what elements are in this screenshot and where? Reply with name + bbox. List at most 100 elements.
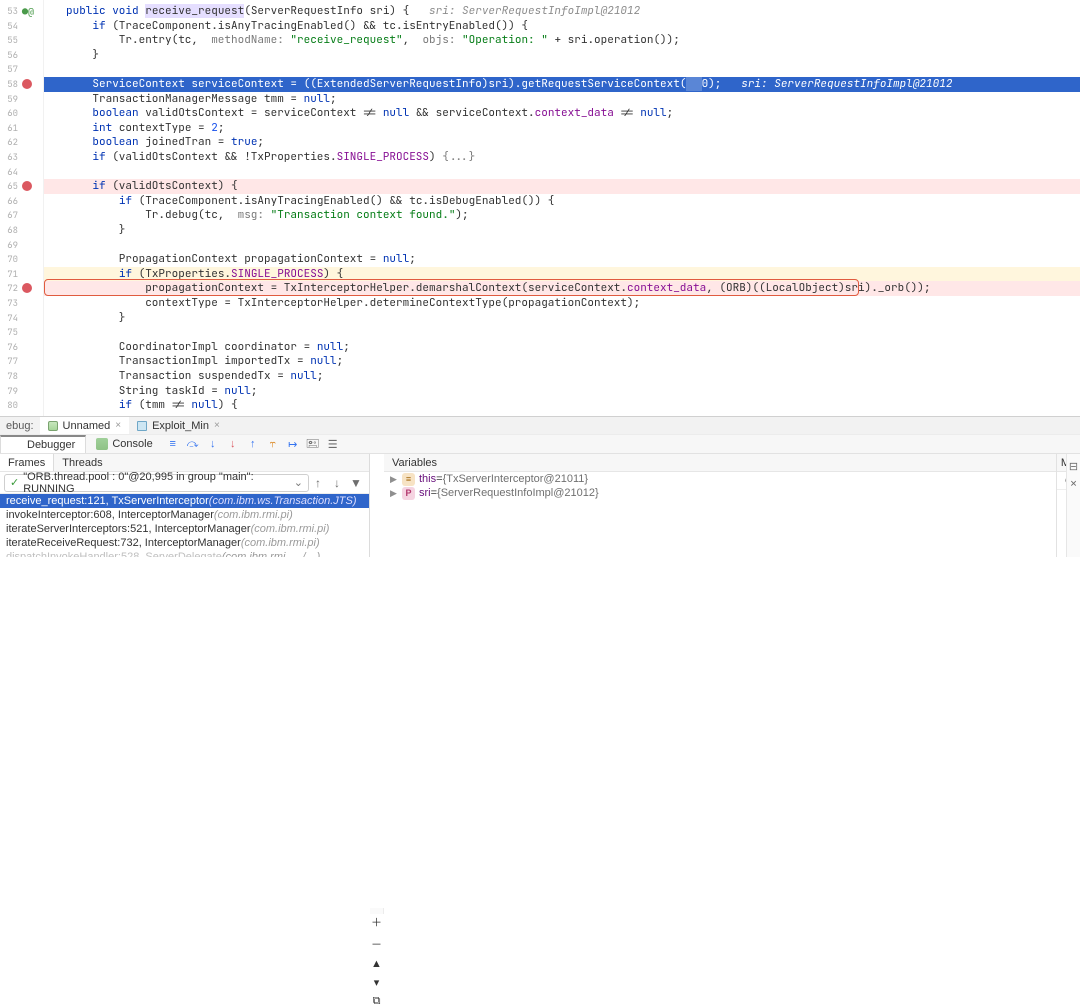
stack-frames[interactable]: receive_request:121, TxServerInterceptor… bbox=[0, 494, 369, 557]
frame-method: iterateServerInterceptors:521, Intercept… bbox=[6, 523, 251, 535]
code-line[interactable]: if (validOtsContext) { bbox=[44, 179, 1080, 194]
editor-pane[interactable]: 53●@545556575859606162636465666768697071… bbox=[0, 0, 1080, 416]
editor-gutter[interactable]: 53●@545556575859606162636465666768697071… bbox=[0, 0, 44, 416]
stack-frame[interactable]: receive_request:121, TxServerInterceptor… bbox=[0, 494, 369, 508]
variables-list[interactable]: ▶≡this = {TxServerInterceptor@21011}▶Psr… bbox=[384, 472, 1056, 500]
code-line[interactable] bbox=[44, 325, 1080, 340]
frame-package: (com.ibm.rmi.pi) bbox=[251, 523, 330, 535]
console-icon bbox=[96, 438, 108, 450]
breakpoint-icon[interactable] bbox=[22, 79, 32, 89]
plus-icon[interactable]: ＋ bbox=[371, 914, 382, 930]
toolbar-tab-debugger[interactable]: Debugger bbox=[0, 435, 86, 453]
code-line[interactable]: String taskId = null; bbox=[44, 384, 1080, 399]
stack-frame[interactable]: dispatchInvokeHandler:528, ServerDelegat… bbox=[0, 550, 369, 557]
var-kind-icon: P bbox=[402, 487, 415, 500]
code-line[interactable]: ServiceContext serviceContext = ((Extend… bbox=[44, 77, 1080, 92]
right-tool-strip[interactable]: ⊟ ✕ bbox=[1066, 454, 1080, 557]
check-icon: ✓ bbox=[10, 476, 19, 489]
frame-package: (com.ibm.ws.Transaction.JTS) bbox=[209, 495, 357, 507]
code-line[interactable]: TransactionManagerMessage tmm = null; bbox=[44, 92, 1080, 107]
pin-icon[interactable]: ✕ bbox=[1068, 477, 1079, 488]
tab-label: Debugger bbox=[27, 439, 75, 451]
frames-tab-threads[interactable]: Threads bbox=[54, 454, 110, 471]
tab-label: Exploit_Min bbox=[152, 420, 209, 432]
debug-tab-bar: ebug: Unnamed × Exploit_Min × bbox=[0, 416, 1080, 434]
code-line[interactable]: } bbox=[44, 48, 1080, 63]
copy-icon[interactable]: ⧉ bbox=[373, 995, 381, 1008]
debug-tab[interactable]: Unnamed × bbox=[40, 417, 130, 434]
next-frame-icon[interactable]: ↓ bbox=[328, 474, 346, 492]
step-into-icon[interactable]: ↓ bbox=[206, 437, 220, 451]
method-marker-icon[interactable]: ●@ bbox=[22, 5, 34, 18]
code-line[interactable]: } bbox=[44, 223, 1080, 238]
code-area[interactable]: public void receive_request(ServerReques… bbox=[44, 0, 1080, 416]
variable-row[interactable]: ▶≡this = {TxServerInterceptor@21011} bbox=[384, 472, 1056, 486]
code-line[interactable]: boolean joinedTran = true; bbox=[44, 135, 1080, 150]
thread-name: "ORB.thread.pool : 0"@20,995 in group "m… bbox=[23, 471, 294, 495]
frame-method: receive_request:121, TxServerInterceptor bbox=[6, 495, 209, 507]
tab-label: Console bbox=[112, 438, 152, 450]
debugger-icon bbox=[11, 439, 23, 451]
debug-tab[interactable]: Exploit_Min × bbox=[129, 417, 228, 434]
code-line[interactable]: if (TraceComponent.isAnyTracingEnabled()… bbox=[44, 194, 1080, 209]
run-to-cursor-icon[interactable]: ↦ bbox=[286, 437, 300, 451]
stack-frame[interactable]: iterateServerInterceptors:521, Intercept… bbox=[0, 522, 369, 536]
breakpoint-icon[interactable] bbox=[22, 283, 32, 293]
debug-label: ebug: bbox=[0, 420, 40, 432]
close-icon[interactable]: × bbox=[115, 420, 121, 431]
code-line[interactable] bbox=[44, 238, 1080, 253]
frames-scrollbar[interactable]: ＋ － ▲ ▾ ⧉ bbox=[370, 908, 384, 914]
code-line[interactable]: propagationContext = TxInterceptorHelper… bbox=[44, 281, 1080, 296]
trace-icon[interactable]: ☰ bbox=[326, 437, 340, 451]
code-line[interactable]: boolean validOtsContext = serviceContext… bbox=[44, 106, 1080, 121]
code-line[interactable]: TransactionImpl importedTx = null; bbox=[44, 354, 1080, 369]
code-line[interactable]: Transaction suspendedTx = null; bbox=[44, 369, 1080, 384]
step-over-icon[interactable]: ⤼ bbox=[186, 437, 200, 451]
minus-icon[interactable]: － bbox=[371, 936, 382, 952]
frame-package: (com.ibm.rmi.pi) bbox=[214, 509, 293, 521]
code-line[interactable]: if (validOtsContext && !TxProperties.SIN… bbox=[44, 150, 1080, 165]
frames-panel: FramesThreads ✓ "ORB.thread.pool : 0"@20… bbox=[0, 454, 370, 557]
frame-method: invokeInterceptor:608, InterceptorManage… bbox=[6, 509, 214, 521]
drop-frame-icon[interactable]: ⥾ bbox=[266, 437, 280, 451]
code-line[interactable]: Tr.debug(tc, msg: "Transaction context f… bbox=[44, 208, 1080, 223]
force-step-into-icon[interactable]: ↓ bbox=[226, 437, 240, 451]
code-line[interactable]: if (TraceComponent.isAnyTracingEnabled()… bbox=[44, 19, 1080, 34]
file-icon bbox=[137, 421, 147, 431]
frame-package: (com.ibm.rmi.pi) bbox=[241, 537, 320, 549]
code-line[interactable]: public void receive_request(ServerReques… bbox=[44, 4, 1080, 19]
var-name: this bbox=[419, 473, 436, 485]
code-line[interactable]: contextType = TxInterceptorHelper.determ… bbox=[44, 296, 1080, 311]
stack-frame[interactable]: iterateReceiveRequest:732, InterceptorMa… bbox=[0, 536, 369, 550]
code-line[interactable]: CoordinatorImpl coordinator = null; bbox=[44, 340, 1080, 355]
code-line[interactable] bbox=[44, 165, 1080, 180]
stack-frame[interactable]: invokeInterceptor:608, InterceptorManage… bbox=[0, 508, 369, 522]
expand-icon[interactable]: ▶ bbox=[390, 488, 400, 499]
code-line[interactable]: if (tmm != null) { bbox=[44, 398, 1080, 413]
close-icon[interactable]: × bbox=[214, 420, 220, 431]
code-line[interactable]: if (TxProperties.SINGLE_PROCESS) { bbox=[44, 267, 1080, 282]
up-icon[interactable]: ▲ bbox=[371, 958, 382, 970]
code-line[interactable]: } bbox=[44, 311, 1080, 326]
code-line[interactable]: int contextType = 2; bbox=[44, 121, 1080, 136]
chevron-down-icon: ⌄ bbox=[294, 476, 303, 489]
config-icon[interactable]: ⊟ bbox=[1068, 460, 1079, 471]
evaluate-icon[interactable]: 🖭 bbox=[306, 437, 320, 451]
frame-method: dispatchInvokeHandler:528, ServerDelegat… bbox=[6, 551, 222, 557]
code-line[interactable]: Tr.entry(tc, methodName: "receive_reques… bbox=[44, 33, 1080, 48]
var-kind-icon: ≡ bbox=[402, 473, 415, 486]
variable-row[interactable]: ▶Psri = {ServerRequestInfoImpl@21012} bbox=[384, 486, 1056, 500]
thread-selector[interactable]: ✓ "ORB.thread.pool : 0"@20,995 in group … bbox=[4, 474, 309, 492]
toolbar-tab-console[interactable]: Console bbox=[86, 435, 162, 453]
show-execution-icon[interactable]: ≡ bbox=[166, 437, 180, 451]
filter-icon[interactable]: ▼ bbox=[347, 474, 365, 492]
breakpoint-icon[interactable] bbox=[22, 181, 32, 191]
expand-icon[interactable]: ▶ bbox=[390, 474, 400, 485]
tab-label: Unnamed bbox=[63, 420, 111, 432]
down-icon[interactable]: ▾ bbox=[374, 976, 380, 989]
frames-tab-frames[interactable]: Frames bbox=[0, 454, 54, 471]
prev-frame-icon[interactable]: ↑ bbox=[309, 474, 327, 492]
code-line[interactable]: PropagationContext propagationContext = … bbox=[44, 252, 1080, 267]
code-line[interactable] bbox=[44, 62, 1080, 77]
step-out-icon[interactable]: ↑ bbox=[246, 437, 260, 451]
